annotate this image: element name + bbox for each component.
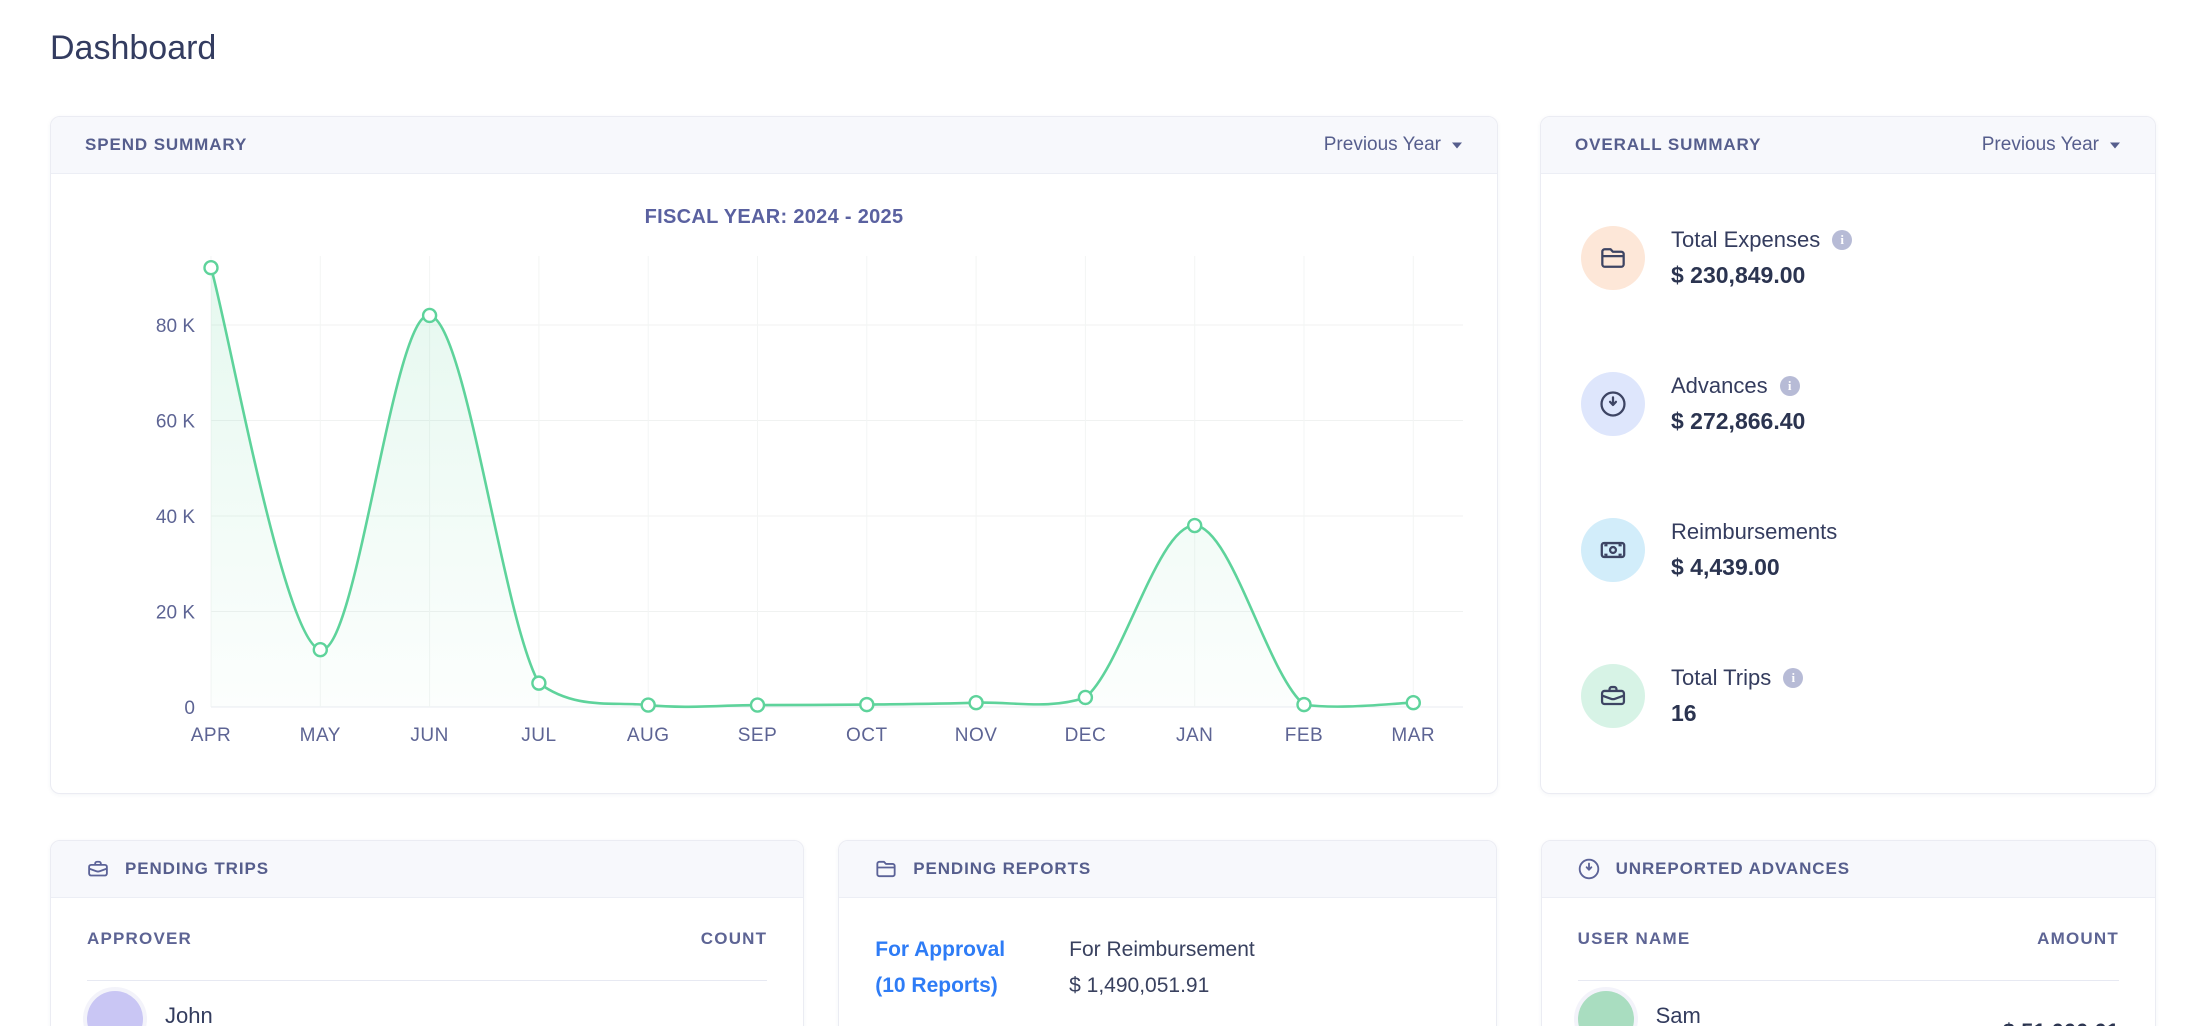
spend-summary-header: SPEND SUMMARY Previous Year xyxy=(51,117,1497,174)
avatar xyxy=(1578,991,1634,1026)
pending-trips-title: PENDING TRIPS xyxy=(125,859,269,879)
svg-text:OCT: OCT xyxy=(846,725,888,746)
svg-text:NOV: NOV xyxy=(955,725,998,746)
chevron-down-icon xyxy=(2109,141,2121,150)
svg-text:APR: APR xyxy=(191,725,232,746)
svg-text:JUL: JUL xyxy=(521,725,556,746)
info-icon[interactable] xyxy=(1780,376,1800,396)
spend-period-label: Previous Year xyxy=(1324,134,1441,156)
user-name: Sam xyxy=(1656,1003,1701,1026)
banknote-icon xyxy=(1581,518,1645,582)
svg-text:80 K: 80 K xyxy=(156,316,195,337)
dashboard-page: Dashboard SPEND SUMMARY Previous Year FI… xyxy=(0,0,2192,1026)
chevron-down-icon xyxy=(1451,141,1463,150)
svg-text:20 K: 20 K xyxy=(156,603,195,624)
column-approver: APPROVER xyxy=(87,929,192,949)
svg-text:SEP: SEP xyxy=(738,725,778,746)
tab-for-reimbursement[interactable]: For Reimbursement $ 1,490,051.91 xyxy=(1069,932,1255,1004)
info-icon[interactable] xyxy=(1832,230,1852,250)
overall-period-dropdown[interactable]: Previous Year xyxy=(1982,134,2121,156)
approver-row[interactable]: John 1 xyxy=(51,981,803,1026)
column-amount: AMOUNT xyxy=(2037,929,2119,949)
summary-item-label: Advances xyxy=(1671,373,1768,399)
svg-text:0: 0 xyxy=(184,698,195,719)
summary-item-value: $ 4,439.00 xyxy=(1671,554,1837,581)
overall-summary-card: OVERALL SUMMARY Previous Year Total Expe… xyxy=(1540,116,2156,794)
svg-text:60 K: 60 K xyxy=(156,412,195,433)
overall-summary-header: OVERALL SUMMARY Previous Year xyxy=(1541,117,2155,174)
pending-reports-card: PENDING REPORTS For Approval (10 Reports… xyxy=(838,840,1496,1026)
chart-title: FISCAL YEAR: 2024 - 2025 xyxy=(51,206,1497,229)
spend-chart-area: FISCAL YEAR: 2024 - 2025 0 20 K 40 K 60 K 80… xyxy=(51,174,1497,794)
info-icon[interactable] xyxy=(1783,668,1803,688)
column-count: COUNT xyxy=(701,929,767,949)
overall-summary-title: OVERALL SUMMARY xyxy=(1575,135,1761,155)
pending-reports-header: PENDING REPORTS xyxy=(839,841,1495,898)
spend-period-dropdown[interactable]: Previous Year xyxy=(1324,134,1463,156)
folder-icon xyxy=(1581,226,1645,290)
svg-text:AUG: AUG xyxy=(627,725,670,746)
svg-text:40 K: 40 K xyxy=(156,507,195,528)
summary-item-total-expenses: Total Expenses $ 230,849.00 xyxy=(1581,226,2155,290)
pending-trips-header: PENDING TRIPS xyxy=(51,841,803,898)
spend-summary-card: SPEND SUMMARY Previous Year FISCAL YEAR:… xyxy=(50,116,1498,794)
folder-icon xyxy=(873,856,899,882)
approver-name: John xyxy=(165,1003,213,1026)
briefcase-icon xyxy=(1581,664,1645,728)
summary-item-value: $ 230,849.00 xyxy=(1671,262,1852,289)
spend-chart: 0 20 K 40 K 60 K 80 K APR MAY JUN JUL AUG SEP OCT NO… xyxy=(51,174,1498,794)
page-title: Dashboard xyxy=(50,26,2156,70)
svg-text:MAR: MAR xyxy=(1391,725,1435,746)
svg-text:JUN: JUN xyxy=(410,725,448,746)
overall-period-label: Previous Year xyxy=(1982,134,2099,156)
tab-for-approval[interactable]: For Approval (10 Reports) xyxy=(875,932,1005,1004)
summary-item-advances: Advances $ 272,866.40 xyxy=(1581,372,2155,436)
svg-text:DEC: DEC xyxy=(1065,725,1107,746)
summary-item-reimbursements: Reimbursements $ 4,439.00 xyxy=(1581,518,2155,582)
clock-arrow-icon xyxy=(1581,372,1645,436)
summary-item-value: 16 xyxy=(1671,700,1803,727)
advance-amount: $ 51,000.01 xyxy=(2003,1019,2119,1026)
pending-trips-card: PENDING TRIPS APPROVER COUNT John 1 xyxy=(50,840,804,1026)
svg-text:JAN: JAN xyxy=(1176,725,1213,746)
summary-item-label: Reimbursements xyxy=(1671,519,1837,545)
advance-row[interactable]: Sam $ 51,000.01 xyxy=(1542,981,2155,1026)
summary-item-label: Total Expenses xyxy=(1671,227,1820,253)
unreported-advances-title: UNREPORTED ADVANCES xyxy=(1616,859,1850,879)
tab-label: For Reimbursement xyxy=(1069,932,1255,968)
summary-item-label: Total Trips xyxy=(1671,665,1771,691)
clock-arrow-icon xyxy=(1576,856,1602,882)
tab-label: For Approval xyxy=(875,932,1005,968)
unreported-advances-card: UNREPORTED ADVANCES USER NAME AMOUNT Sam… xyxy=(1541,840,2156,1026)
tab-sublabel: $ 1,490,051.91 xyxy=(1069,968,1255,1004)
svg-text:FEB: FEB xyxy=(1285,725,1323,746)
avatar xyxy=(87,991,143,1026)
summary-item-value: $ 272,866.40 xyxy=(1671,408,1805,435)
pending-reports-title: PENDING REPORTS xyxy=(913,859,1091,879)
unreported-advances-header: UNREPORTED ADVANCES xyxy=(1542,841,2155,898)
column-user-name: USER NAME xyxy=(1578,929,1691,949)
briefcase-icon xyxy=(85,856,111,882)
summary-item-total-trips: Total Trips 16 xyxy=(1581,664,2155,728)
svg-text:MAY: MAY xyxy=(300,725,341,746)
spend-summary-title: SPEND SUMMARY xyxy=(85,135,247,155)
tab-sublabel: (10 Reports) xyxy=(875,968,1005,1004)
